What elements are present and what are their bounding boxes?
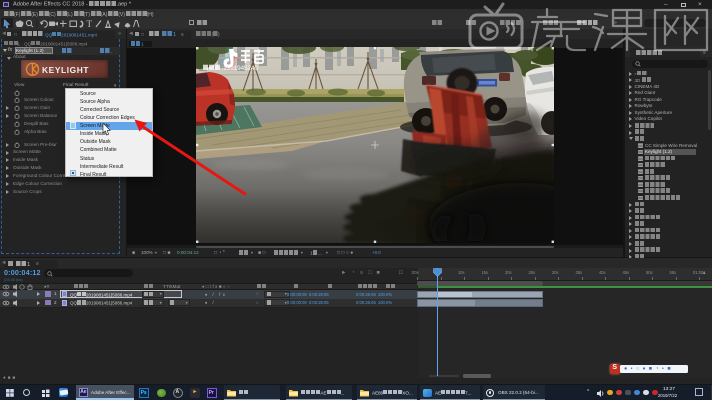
svg-text:T: T bbox=[87, 19, 93, 29]
svg-text::1391945240: :1391945240 bbox=[222, 65, 259, 72]
svg-text:KEYLIGHT: KEYLIGHT bbox=[42, 64, 89, 74]
